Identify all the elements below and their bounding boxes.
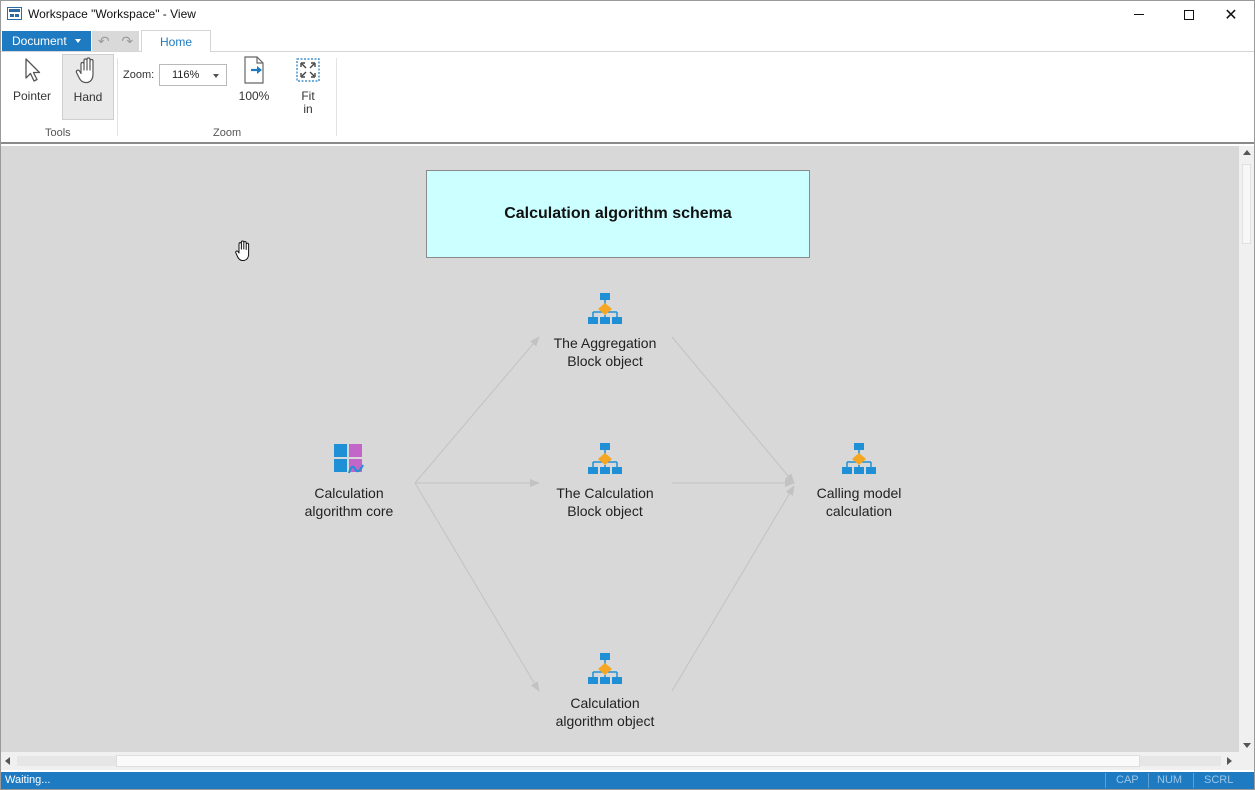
calculation-core-icon: [334, 444, 364, 474]
node-label-line2: calculation: [825, 503, 893, 519]
zoom-100-button[interactable]: 100%: [232, 54, 276, 118]
close-icon: ✕: [1224, 6, 1238, 24]
edge-core-to-aggregation: [414, 336, 540, 484]
vertical-scrollbar[interactable]: [1239, 146, 1254, 752]
hand-cursor-icon: [235, 240, 250, 261]
node-calculation-block[interactable]: The Calculation Block object: [535, 442, 675, 520]
scroll-up-icon[interactable]: [1243, 150, 1251, 155]
block-diagram-icon: [588, 653, 622, 684]
hand-label: Hand: [73, 90, 103, 104]
status-text: Waiting...: [5, 774, 51, 786]
hand-icon: [75, 57, 94, 84]
minimize-button[interactable]: [1116, 1, 1162, 28]
title-bar: Workspace "Workspace" - View ✕: [1, 1, 1254, 28]
diagram-canvas[interactable]: Calculation algorithm schema Calculation…: [1, 146, 1239, 752]
redo-icon[interactable]: ↷: [121, 33, 133, 50]
tab-home[interactable]: Home: [141, 30, 211, 53]
fit-in-label-line1: Fit: [301, 89, 315, 103]
quick-access-toolbar: ↶ ↷: [92, 31, 139, 51]
zoom-100-label: 100%: [238, 89, 270, 103]
app-icon: [7, 7, 22, 20]
scrollbar-corner: [1239, 752, 1254, 770]
node-label-line1: Calling model: [816, 485, 902, 501]
fit-in-icon: [296, 58, 320, 82]
hand-tool-button[interactable]: Hand: [62, 54, 114, 120]
status-num-indicator: NUM: [1157, 774, 1183, 786]
node-label-line2: algorithm object: [555, 713, 655, 729]
pointer-tool-button[interactable]: Pointer: [7, 54, 57, 118]
node-calculation-algorithm-core[interactable]: Calculation algorithm core: [279, 442, 419, 520]
horizontal-scrollbar[interactable]: [1, 752, 1239, 770]
edge-core-to-algorithm-object: [414, 482, 540, 692]
node-label: The Calculation Block object: [556, 484, 653, 520]
status-scrl-indicator: SCRL: [1204, 774, 1234, 786]
node-label-line1: Calculation: [314, 485, 384, 501]
fit-in-label-line2: in: [303, 102, 313, 116]
block-diagram-icon: [588, 293, 622, 324]
node-calling-model-calculation[interactable]: Calling model calculation: [789, 442, 929, 520]
document-menu-label: Document: [12, 34, 67, 48]
status-separator: [1105, 773, 1106, 788]
node-label: The Aggregation Block object: [554, 334, 657, 370]
actual-size-icon: [244, 56, 264, 84]
node-label-line2: algorithm core: [304, 503, 394, 519]
horizontal-scroll-thumb[interactable]: [116, 755, 1140, 767]
ribbon-tab-row: Document ↶ ↷ Home: [1, 30, 1254, 53]
minimize-icon: [1134, 14, 1144, 15]
pointer-label: Pointer: [12, 89, 52, 103]
close-button[interactable]: ✕: [1208, 1, 1254, 28]
zoom-label: Zoom:: [123, 69, 155, 81]
chevron-down-icon: [74, 39, 81, 43]
chevron-down-icon: [213, 74, 219, 78]
ribbon-separator: [117, 58, 118, 136]
zoom-value: 116%: [172, 69, 200, 81]
scroll-right-icon[interactable]: [1227, 757, 1232, 765]
node-label-line1: Calculation: [570, 695, 640, 711]
status-cap-indicator: CAP: [1116, 774, 1139, 786]
status-separator: [1193, 773, 1194, 788]
tools-group-label: Tools: [45, 127, 71, 139]
schema-title[interactable]: Calculation algorithm schema: [426, 170, 810, 258]
document-menu-button[interactable]: Document: [2, 31, 91, 51]
window-title: Workspace "Workspace" - View: [28, 7, 196, 21]
scroll-down-icon[interactable]: [1243, 743, 1251, 748]
zoom-select[interactable]: 116%: [159, 64, 227, 86]
scroll-left-icon[interactable]: [5, 757, 10, 765]
node-label-line2: Block object: [567, 353, 643, 369]
maximize-button[interactable]: [1166, 1, 1212, 28]
node-label-line1: The Calculation: [556, 485, 654, 501]
node-label: Calling model calculation: [817, 484, 902, 520]
fit-in-button[interactable]: Fit in: [286, 54, 330, 118]
node-label: Calculation algorithm object: [556, 694, 655, 730]
status-bar: Waiting... CAP NUM SCRL: [1, 772, 1254, 789]
node-label-line1: The Aggregation: [553, 335, 657, 351]
fit-in-label: Fit in: [301, 90, 314, 116]
maximize-icon: [1184, 9, 1194, 20]
vertical-scroll-thumb[interactable]: [1242, 164, 1251, 244]
ribbon: Pointer Hand Tools Zoom: 116% 100% Fit in…: [1, 52, 1254, 144]
edge-algorithm-object-to-calling-model: [671, 485, 795, 692]
block-diagram-icon: [588, 443, 622, 474]
block-diagram-icon: [842, 443, 876, 474]
node-label: Calculation algorithm core: [305, 484, 394, 520]
pointer-icon: [25, 58, 41, 82]
zoom-group-label: Zoom: [213, 127, 242, 139]
status-separator: [1148, 773, 1149, 788]
edge-aggregation-to-calling-model: [671, 336, 795, 484]
node-calculation-algorithm-object[interactable]: Calculation algorithm object: [535, 652, 675, 730]
undo-icon[interactable]: ↶: [98, 33, 110, 50]
node-label-line2: Block object: [567, 503, 643, 519]
ribbon-separator: [336, 58, 337, 136]
node-aggregation-block[interactable]: The Aggregation Block object: [535, 292, 675, 370]
